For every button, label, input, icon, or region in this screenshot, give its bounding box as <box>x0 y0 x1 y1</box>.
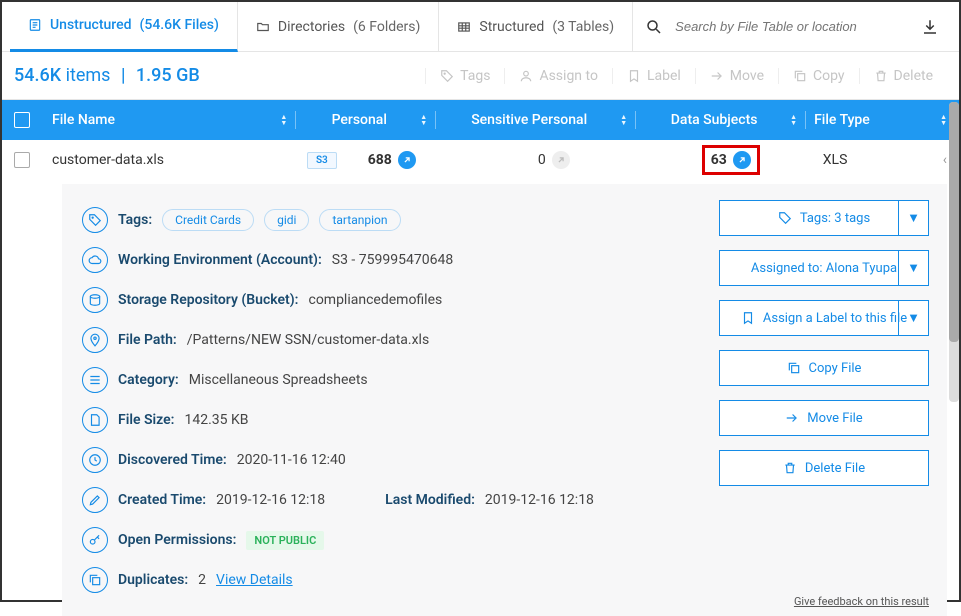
tag-icon <box>778 211 792 225</box>
row-checkbox[interactable] <box>14 152 30 168</box>
detail-permissions: Open Permissions: NOT PUBLIC <box>82 520 927 560</box>
expand-icon[interactable] <box>552 151 570 169</box>
file-icon <box>28 18 42 32</box>
folder-icon <box>256 20 270 34</box>
col-filetype[interactable]: File Type <box>814 112 934 128</box>
copy-icon <box>82 567 108 593</box>
chevron-left-icon[interactable]: ‹ <box>943 152 947 168</box>
table-icon <box>457 20 471 34</box>
search-icon <box>645 18 663 36</box>
database-icon <box>82 287 108 313</box>
chevron-down-icon[interactable]: ▼ <box>898 201 928 235</box>
subjects-count: 63 <box>711 152 727 168</box>
stats-row: 54.6K items | 1.95 GB Tags Assign to Lab… <box>2 52 959 100</box>
toolbar: Tags Assign to Label Move Copy Delete <box>425 68 947 84</box>
tabs-bar: Unstructured (54.6K Files) Directories (… <box>2 2 959 52</box>
cloud-icon <box>82 247 108 273</box>
trash-icon <box>874 69 888 83</box>
copy-icon <box>787 361 801 375</box>
sort-icon[interactable]: ▲▼ <box>620 114 627 126</box>
tags-action[interactable]: Tags <box>425 68 504 84</box>
label-action[interactable]: Label <box>612 68 695 84</box>
download-icon[interactable] <box>921 18 939 36</box>
highlight-box: 63 <box>702 145 760 175</box>
expand-icon[interactable] <box>398 151 416 169</box>
list-icon <box>82 367 108 393</box>
delete-action[interactable]: Delete <box>859 68 947 84</box>
detail-created-modified: Created Time: 2019-12-16 12:18 Last Modi… <box>82 480 927 520</box>
col-subjects[interactable]: Data Subjects <box>644 112 784 128</box>
chevron-down-icon[interactable]: ▼ <box>898 301 928 335</box>
move-icon <box>710 69 724 83</box>
table-header: File Name ▲▼ Personal ▲▼ Sensitive Perso… <box>2 100 959 140</box>
items-label: items <box>66 65 111 86</box>
tab-directories[interactable]: Directories (6 Folders) <box>238 2 439 52</box>
view-details-link[interactable]: View Details <box>216 572 293 588</box>
tab-label: Directories <box>278 19 345 35</box>
tab-count: (3 Tables) <box>552 19 614 35</box>
tag-pill[interactable]: tartanpion <box>319 209 400 231</box>
tab-label: Structured <box>479 19 544 35</box>
bookmark-icon <box>627 69 641 83</box>
assign-label-button[interactable]: Assign a Label to this file ▼ <box>719 300 929 336</box>
details-panel: Tags: Credit Cards gidi tartanpion Worki… <box>62 184 947 616</box>
tag-icon <box>440 69 454 83</box>
total-size: 1.95 GB <box>136 65 200 86</box>
tab-count: (6 Folders) <box>353 19 420 35</box>
col-sensitive[interactable]: Sensitive Personal <box>444 112 614 128</box>
search-area <box>633 18 951 36</box>
tag-pill[interactable]: Credit Cards <box>162 209 254 231</box>
delete-file-button[interactable]: Delete File <box>719 450 929 486</box>
select-all-cell <box>14 112 52 128</box>
chevron-down-icon[interactable]: ▼ <box>898 251 928 285</box>
search-input[interactable] <box>675 19 909 34</box>
tab-structured[interactable]: Structured (3 Tables) <box>439 2 633 52</box>
tag-pill[interactable]: gidi <box>264 209 309 231</box>
assign-action[interactable]: Assign to <box>504 68 611 84</box>
pin-icon <box>82 327 108 353</box>
clock-icon <box>82 447 108 473</box>
assigned-button[interactable]: Assigned to: Alona Tyupa ▼ <box>719 250 929 286</box>
move-icon <box>785 411 799 425</box>
pencil-icon <box>82 487 108 513</box>
select-all-checkbox[interactable] <box>14 112 30 128</box>
copy-file-button[interactable]: Copy File <box>719 350 929 386</box>
table-row[interactable]: customer-data.xls S3 688 0 63 XLS ‹ <box>2 140 959 180</box>
file-actions: Tags: 3 tags ▼ Assigned to: Alona Tyupa … <box>719 200 929 486</box>
sort-icon[interactable]: ▲▼ <box>940 114 947 126</box>
bookmark-icon <box>741 311 755 325</box>
separator: | <box>121 65 125 86</box>
tag-icon <box>82 207 108 233</box>
source-badge: S3 <box>307 152 337 169</box>
scrollbar-thumb[interactable] <box>949 102 959 342</box>
tab-label: Unstructured <box>50 17 132 33</box>
move-action[interactable]: Move <box>695 68 778 84</box>
key-icon <box>82 527 108 553</box>
tab-count: (54.6K Files) <box>140 17 219 33</box>
trash-icon <box>783 461 797 475</box>
tags-button[interactable]: Tags: 3 tags ▼ <box>719 200 929 236</box>
item-count: 54.6K <box>14 65 61 86</box>
tab-unstructured[interactable]: Unstructured (54.6K Files) <box>10 2 238 52</box>
permission-badge: NOT PUBLIC <box>246 531 324 550</box>
col-personal[interactable]: Personal <box>304 112 414 128</box>
detail-duplicates: Duplicates: 2 View Details <box>82 560 927 600</box>
stats-text: 54.6K items | 1.95 GB <box>14 65 200 86</box>
sensitive-count: 0 <box>538 152 546 168</box>
sort-icon[interactable]: ▲▼ <box>280 114 287 126</box>
expand-icon[interactable] <box>733 151 751 169</box>
personal-count: 688 <box>368 152 392 168</box>
sort-icon[interactable]: ▲▼ <box>420 114 427 126</box>
user-icon <box>519 69 533 83</box>
filename: customer-data.xls <box>52 152 164 168</box>
sort-icon[interactable]: ▲▼ <box>790 114 797 126</box>
file-icon <box>82 407 108 433</box>
copy-action[interactable]: Copy <box>778 68 859 84</box>
filetype-value: XLS <box>823 152 848 168</box>
move-file-button[interactable]: Move File <box>719 400 929 436</box>
col-filename[interactable]: File Name <box>52 112 274 128</box>
copy-icon <box>793 69 807 83</box>
